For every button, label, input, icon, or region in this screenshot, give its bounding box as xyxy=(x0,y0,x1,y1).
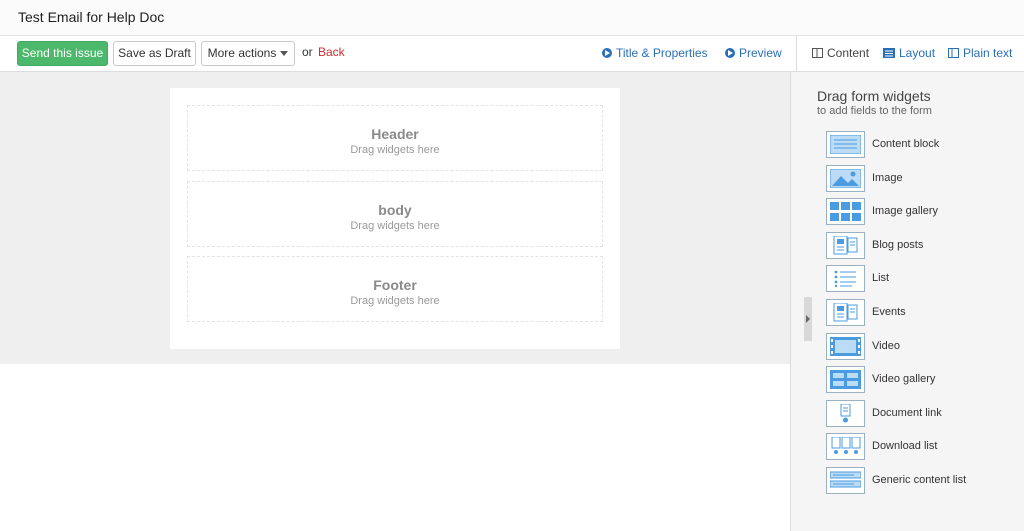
zone-title: Header xyxy=(371,126,419,142)
zone-hint: Drag widgets here xyxy=(350,295,440,307)
plain-text-view-tab[interactable]: Plain text xyxy=(948,46,1012,60)
widget-sidebar: Drag form widgets to add fields to the f… xyxy=(790,72,1024,531)
content-view-label: Content xyxy=(827,46,870,60)
video-icon xyxy=(826,333,865,360)
plain-text-icon xyxy=(948,48,959,58)
widget-label: Blog posts xyxy=(872,239,924,251)
email-canvas: Header Drag widgets here body Drag widge… xyxy=(0,72,790,364)
video-gallery-icon xyxy=(826,366,865,393)
widget-video-gallery[interactable]: Video gallery xyxy=(826,366,1016,394)
footer-drop-zone[interactable]: Footer Drag widgets here xyxy=(187,256,603,322)
more-actions-dropdown[interactable]: More actions xyxy=(201,41,295,66)
widget-label: Image gallery xyxy=(872,205,939,217)
arrow-circle-right-icon xyxy=(602,48,612,58)
more-actions-label: More actions xyxy=(207,46,277,60)
events-icon xyxy=(826,299,865,326)
download-list-icon xyxy=(826,433,865,460)
back-link[interactable]: Back xyxy=(318,45,345,59)
title-properties-label: Title & Properties xyxy=(616,46,708,60)
send-issue-button[interactable]: Send this issue xyxy=(17,41,108,66)
widget-label: Document link xyxy=(872,407,942,419)
widget-document-link[interactable]: Document link xyxy=(826,400,1016,428)
sidebar-title: Drag form widgets xyxy=(817,88,931,104)
preview-link[interactable]: Preview xyxy=(725,46,782,60)
zone-hint: Drag widgets here xyxy=(350,220,440,232)
widget-download-list[interactable]: Download list xyxy=(826,433,1016,461)
preview-label: Preview xyxy=(739,46,782,60)
widget-content-block[interactable]: Content block xyxy=(826,131,1016,159)
widget-label: Video xyxy=(872,340,900,352)
header-drop-zone[interactable]: Header Drag widgets here xyxy=(187,105,603,171)
document-link-icon xyxy=(826,400,865,427)
widget-label: Download list xyxy=(872,440,938,452)
email-template: Header Drag widgets here body Drag widge… xyxy=(170,88,620,349)
content-view-tab[interactable]: Content xyxy=(812,46,869,60)
image-gallery-icon xyxy=(826,198,865,225)
widget-blog-posts[interactable]: Blog posts xyxy=(826,232,1016,260)
widget-label: Video gallery xyxy=(872,373,936,385)
plain-text-view-label: Plain text xyxy=(963,46,1013,60)
sidebar-subtitle: to add fields to the form xyxy=(817,105,932,117)
image-icon xyxy=(826,165,865,192)
widget-events[interactable]: Events xyxy=(826,299,1016,327)
toolbar: Send this issue Save as Draft More actio… xyxy=(0,36,1024,72)
layout-view-tab[interactable]: Layout xyxy=(883,46,935,60)
caret-down-icon xyxy=(280,51,289,57)
save-draft-button[interactable]: Save as Draft xyxy=(113,41,196,66)
widget-label: Generic content list xyxy=(872,474,967,486)
body-drop-zone[interactable]: body Drag widgets here xyxy=(187,181,603,247)
or-text: or xyxy=(302,45,313,59)
zone-title: Footer xyxy=(373,277,417,293)
content-icon xyxy=(812,48,823,58)
widget-generic-content-list[interactable]: Generic content list xyxy=(826,467,1016,495)
widget-label: Image xyxy=(872,172,903,184)
widget-image-gallery[interactable]: Image gallery xyxy=(826,198,1016,226)
widget-label: List xyxy=(872,272,890,284)
widget-video[interactable]: Video xyxy=(826,333,1016,361)
layout-view-label: Layout xyxy=(899,46,936,60)
widget-label: Content block xyxy=(872,138,940,150)
widget-list[interactable]: List xyxy=(826,265,1016,293)
page-title: Test Email for Help Doc xyxy=(18,9,165,25)
arrow-circle-right-icon xyxy=(725,48,735,58)
sidebar-collapse-handle[interactable] xyxy=(804,297,812,341)
zone-title: body xyxy=(378,202,412,218)
widget-image[interactable]: Image xyxy=(826,165,1016,193)
zone-hint: Drag widgets here xyxy=(350,144,440,156)
blog-posts-icon xyxy=(826,232,865,259)
generic-content-list-icon xyxy=(826,467,865,494)
content-block-icon xyxy=(826,131,865,158)
toolbar-divider xyxy=(796,36,797,72)
title-bar: Test Email for Help Doc xyxy=(0,0,1024,36)
widget-label: Events xyxy=(872,306,906,318)
list-icon xyxy=(826,265,865,292)
title-properties-link[interactable]: Title & Properties xyxy=(602,46,708,60)
layout-icon xyxy=(883,48,895,58)
